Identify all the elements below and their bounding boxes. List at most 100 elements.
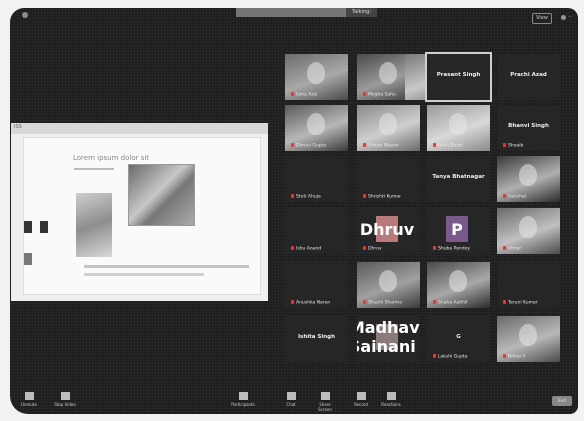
muted-mic-icon (363, 91, 366, 96)
share-screen-icon (320, 392, 330, 400)
participant-name-label: Aanchal (503, 193, 527, 199)
slide-thumbnail[interactable] (24, 221, 32, 233)
slide-title: Lorem ipsum dolor sit (73, 154, 150, 162)
participant-tile[interactable]: Anushka Naren (285, 262, 348, 308)
participant-tile[interactable]: Ishita Singh (285, 316, 348, 362)
participant-name-label: Dhruvi Gupta (291, 142, 327, 148)
participant-name-label: Shrishti Kumar (363, 193, 402, 199)
participant-tile[interactable]: Aanchal (497, 156, 560, 202)
microphone-icon (24, 392, 34, 400)
muted-mic-icon (291, 245, 294, 250)
participant-tile[interactable]: Isma Aziz (285, 54, 348, 100)
participant-name-text: Dhruvi Gupta (296, 143, 327, 148)
participant-name-label: Lakshi Gupta (433, 353, 468, 359)
muted-mic-icon (503, 142, 506, 147)
participants-button[interactable]: Participants (230, 392, 256, 407)
chat-icon (286, 392, 296, 400)
screen-share-banner[interactable] (236, 8, 346, 17)
participant-name-text: Ankita Wason (368, 143, 399, 148)
slide-thumbnail[interactable] (40, 221, 48, 233)
chat-label: Chat (286, 402, 296, 407)
participant-name-text: Aanchal (508, 194, 527, 199)
participant-name-label: Taruni Kumar (503, 299, 538, 305)
participant-tile[interactable]: Vimar (497, 208, 560, 254)
muted-mic-icon (291, 91, 294, 96)
participant-tile[interactable]: G Lakshi Gupta (427, 316, 490, 362)
participant-name-text: Shuchi Sharma (368, 300, 402, 305)
participant-name-label: Shoaib (503, 142, 524, 148)
participant-initial-avatar: Dhruv (360, 216, 414, 242)
participant-face (449, 270, 467, 292)
participant-tile[interactable]: Shrishti Kumar (357, 156, 420, 202)
top-bar: Talking: View ... (10, 8, 578, 26)
participant-tile[interactable]: Nikita V (497, 316, 560, 362)
view-button[interactable]: View (532, 13, 552, 24)
participant-tile[interactable]: Stuti Ahuja (285, 156, 348, 202)
share-screen-button[interactable]: Share Screen (312, 392, 338, 412)
participant-name-label: Shuchi Sharma (363, 299, 402, 305)
participant-face (379, 270, 397, 292)
participant-tile[interactable]: Ishu Anand (285, 208, 348, 254)
muted-mic-icon (503, 299, 506, 304)
slide-caption (84, 273, 204, 276)
participant-name-text: Lakshi Gupta (438, 354, 468, 359)
window-shield-icon (22, 12, 28, 18)
chat-button[interactable]: Chat (278, 392, 304, 407)
participant-name: Prachi Azad (510, 72, 547, 78)
participant-face (519, 324, 537, 346)
participant-tile[interactable]: Taruni Kumar (497, 262, 560, 308)
share-screen-label: Share Screen (318, 402, 332, 412)
meeting-controls-bar: Unmute Stop Video Participants Chat Shar… (10, 390, 578, 414)
participant-name-label: Ankita Wason (363, 142, 399, 148)
participant-tile[interactable]: Tanya Bhatnagar (427, 156, 490, 202)
muted-mic-icon (433, 142, 436, 147)
muted-mic-icon (433, 299, 436, 304)
top-menu-label[interactable]: ... (568, 13, 573, 19)
participant-tile[interactable]: Prasant Singh (425, 52, 492, 102)
participant-face (379, 113, 397, 135)
participant-tile[interactable]: Bhanvi Singh Shoaib (497, 105, 560, 151)
participant-name-label: Isma Aziz (291, 91, 317, 97)
participant-name-text: Anushka Naren (296, 300, 331, 305)
presentation-slide: Lorem ipsum dolor sit (23, 137, 261, 295)
talking-indicator: Talking: (346, 8, 377, 17)
reactions-icon (386, 392, 396, 400)
participant-tile[interactable]: Prachi Azad (497, 54, 560, 100)
participant-name-text: Nikita V (508, 354, 526, 359)
participant-name-text: Shoaib (508, 143, 524, 148)
participant-tile[interactable]: Rishi Bhatt (427, 105, 490, 151)
slide-caption (84, 265, 249, 268)
slide-text-line (74, 168, 114, 170)
status-icon (561, 15, 566, 20)
slide-photo (128, 164, 195, 226)
participant-name: Bhanvi Singh (508, 123, 549, 129)
participant-tile[interactable]: Ankita Wason (357, 105, 420, 151)
shared-window-titlebar: ISS (11, 123, 268, 134)
participant-name-text: Taruni Kumar (508, 300, 538, 305)
participant-name-text: Shrishti Kumar (368, 194, 402, 199)
participant-name-label: Nikita V (503, 353, 526, 359)
participant-tile[interactable]: Shuchi Sharma (357, 262, 420, 308)
shared-window-tab[interactable]: ISS (14, 124, 22, 130)
participant-face (449, 113, 467, 135)
participant-name-label: Dhruv (363, 245, 382, 251)
participant-tile[interactable]: Dhruvi Gupta (285, 105, 348, 151)
slide-thumbnail[interactable] (24, 253, 32, 265)
stop-video-label: Stop Video (54, 402, 76, 407)
meeting-screen: Talking: View ... ISS Lorem ipsum dolor … (10, 8, 578, 414)
participant-name-text: Megha Sahu (368, 92, 396, 97)
participant-name-label: Anushka Naren (291, 299, 331, 305)
reactions-button[interactable]: Reactions (378, 392, 404, 407)
participant-tile[interactable]: Dhruv Dhruv (357, 208, 420, 254)
participant-tile[interactable]: P Shuba Pandey (427, 208, 490, 254)
participant-tile[interactable]: Madhavi Sainani (357, 316, 420, 362)
slide-photo (76, 193, 112, 257)
participant-name: Ishita Singh (298, 334, 335, 340)
participant-initial-avatar: Madhavi Sainani (357, 318, 420, 356)
participant-tile[interactable]: Sneha Aakhil (427, 262, 490, 308)
record-button[interactable]: Record (348, 392, 374, 407)
participant-name-text: Sneha Aakhil (438, 300, 468, 305)
end-meeting-button[interactable]: End (552, 396, 572, 406)
stop-video-button[interactable]: Stop Video (52, 392, 78, 407)
unmute-button[interactable]: Unmute (16, 392, 42, 407)
